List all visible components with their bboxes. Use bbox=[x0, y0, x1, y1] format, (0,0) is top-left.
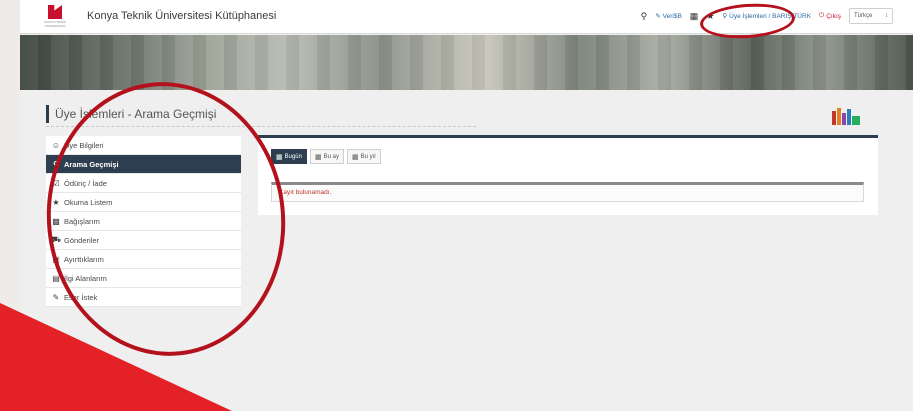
history-filter-panel: ▦ Bugün ▦ Bu ay ▦ Bu yıl bbox=[258, 135, 878, 172]
power-icon: ⏻ bbox=[819, 12, 825, 19]
tab-label: Bu yıl bbox=[360, 153, 376, 160]
edit-icon: ✎ bbox=[52, 292, 60, 302]
eresources-link[interactable]: ✎ Veri$B bbox=[655, 12, 682, 21]
language-select[interactable]: Türkçe ↕ bbox=[849, 8, 893, 24]
tab-this-year[interactable]: ▦ Bu yıl bbox=[346, 149, 381, 164]
tab-label: Bu ay bbox=[323, 153, 339, 160]
logout-label: Çıkış bbox=[826, 12, 841, 20]
updown-icon: ↕ bbox=[885, 13, 888, 19]
calendar-icon: ▦ bbox=[276, 153, 283, 161]
no-records-alert: Kayıt bulunamadı. bbox=[271, 182, 864, 202]
calendar-icon: ▦ bbox=[351, 153, 359, 161]
heading-accent-bar bbox=[46, 105, 49, 123]
books-icon bbox=[832, 108, 860, 125]
user-icon: ☺ bbox=[51, 140, 61, 150]
tab-this-month[interactable]: ▦ Bu ay bbox=[309, 149, 344, 164]
period-tabs: ▦ Bugün ▦ Bu ay ▦ Bu yıl bbox=[271, 149, 381, 164]
tab-today[interactable]: ▦ Bugün bbox=[271, 149, 307, 164]
eresources-label: Veri$B bbox=[662, 12, 682, 20]
external-link-icon: ✎ bbox=[655, 13, 661, 20]
calendar-icon[interactable]: ▦ bbox=[690, 11, 699, 22]
tab-label: Bugün bbox=[284, 153, 302, 160]
history-results-panel: Kayıt bulunamadı. bbox=[258, 172, 878, 215]
site-title[interactable]: Konya Teknik Üniversitesi Kütüphanesi bbox=[87, 10, 276, 22]
search-icon[interactable]: ⚲ bbox=[641, 11, 648, 22]
language-value: Türkçe bbox=[854, 13, 873, 19]
logout-link[interactable]: ⏻ Çıkış bbox=[819, 12, 841, 20]
university-logo[interactable]: KONYA TEKNİK ÜNİVERSİTESİ bbox=[42, 5, 68, 29]
app-frame: KONYA TEKNİK ÜNİVERSİTESİ Konya Teknik Ü… bbox=[20, 0, 913, 411]
logo-mark bbox=[48, 5, 62, 19]
logo-text: KONYA TEKNİK ÜNİVERSİTESİ bbox=[44, 20, 66, 28]
calendar-icon: ▦ bbox=[314, 153, 322, 161]
